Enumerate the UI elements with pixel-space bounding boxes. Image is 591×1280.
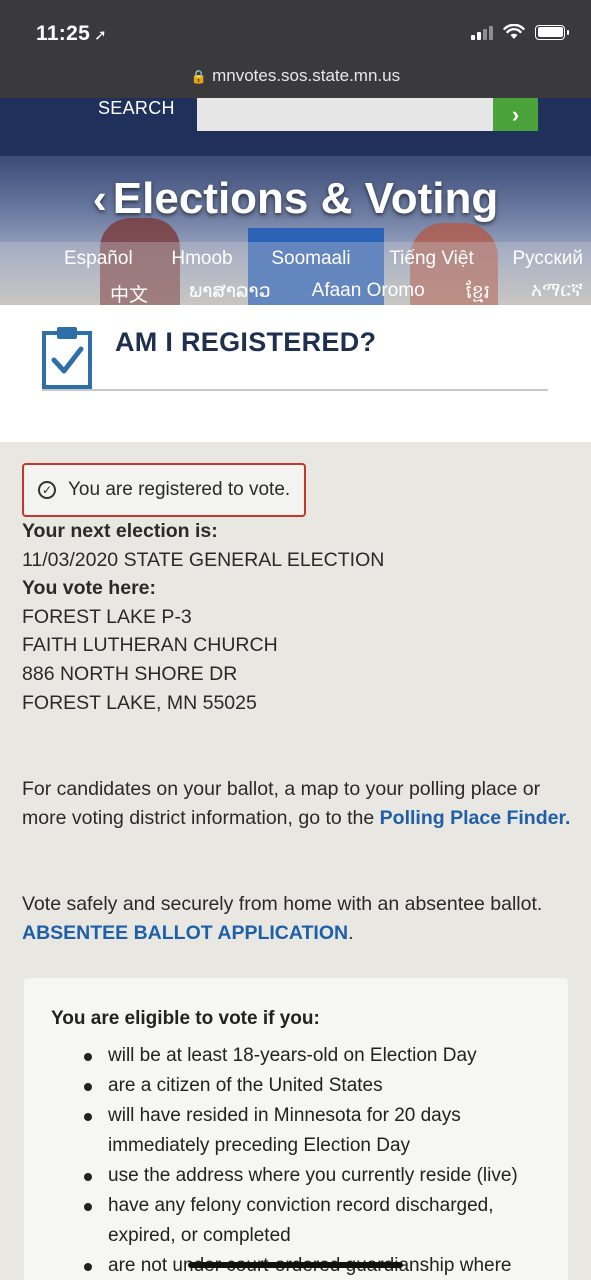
clock: 11:25 (36, 22, 91, 45)
cellular-signal-icon (471, 24, 493, 40)
language-link[interactable]: Tiếng Việt (389, 248, 474, 270)
language-link[interactable]: ພາສາລາວ (189, 280, 270, 305)
battery-icon (535, 24, 569, 40)
search-label: SEARCH (98, 98, 175, 118)
polling-place-finder-link[interactable]: Polling Place Finder. (380, 807, 571, 829)
search-submit-button[interactable]: › (493, 98, 538, 131)
language-link[interactable]: Hmoob (171, 248, 232, 270)
absentee-text: Vote safely and securely from home with … (22, 893, 543, 916)
site-header: SEARCH › ‹ Elections & Voting Español Hmo… (0, 98, 591, 305)
next-election-value: 11/03/2020 STATE GENERAL ELECTION (22, 548, 385, 571)
list-item: will have resided in Minnesota for 20 da… (84, 1101, 558, 1161)
home-indicator[interactable] (188, 1262, 403, 1268)
polling-city: FOREST LAKE, MN 55025 (22, 691, 257, 714)
language-link[interactable]: 中文 (110, 280, 148, 305)
section-title-text: Elections & Voting (112, 174, 499, 223)
language-link[interactable]: ខ្មែរ (466, 280, 490, 305)
ballot-info-paragraph: For candidates on your ballot, a map to … (22, 775, 572, 832)
page-title: AM I REGISTERED? (115, 327, 377, 357)
language-link[interactable]: አማርኛ (531, 280, 583, 305)
vote-here-label: You vote here: (22, 577, 156, 600)
polling-street: 886 NORTH SHORE DR (22, 662, 238, 685)
lock-icon: 🔒 (190, 69, 208, 84)
address-bar[interactable]: 🔒 mnvotes.sos.state.mn.us (0, 66, 591, 86)
chevron-left-icon[interactable]: ‹ (93, 175, 107, 222)
list-item: are a citizen of the United States (84, 1071, 558, 1101)
eligibility-list: will be at least 18-years-old on Electio… (84, 1041, 558, 1280)
list-item: have any felony conviction record discha… (84, 1191, 558, 1251)
language-link[interactable]: Afaan Oromo (312, 280, 425, 305)
language-link[interactable]: Soomaali (271, 248, 350, 270)
section-title[interactable]: ‹ Elections & Voting (0, 174, 591, 224)
list-item: will be at least 18-years-old on Electio… (84, 1041, 558, 1071)
list-item: use the address where you currently resi… (84, 1161, 558, 1191)
status-icons (471, 24, 569, 40)
search-input[interactable] (197, 98, 493, 131)
eligibility-heading: You are eligible to vote if you: (51, 1008, 320, 1029)
absentee-paragraph: Vote safely and securely from home with … (22, 890, 572, 947)
polling-precinct: FOREST LAKE P-3 (22, 605, 192, 628)
language-links-row-2: 中文 ພາສາລາວ Afaan Oromo ខ្មែរ አማርኛ (0, 280, 591, 305)
clipboard-check-icon (42, 327, 92, 389)
next-election-label: Your next election is: (22, 520, 218, 542)
polling-place-name: FAITH LUTHERAN CHURCH (22, 634, 278, 657)
status-time: 11:25 ➚ (36, 22, 107, 46)
language-link[interactable]: Русский (512, 248, 583, 270)
absentee-tail: . (348, 921, 354, 944)
wifi-icon (503, 24, 525, 39)
page-heading-area: AM I REGISTERED? (0, 305, 591, 442)
language-links-row-1: Español Hmoob Soomaali Tiếng Việt Русски… (0, 248, 591, 270)
absentee-ballot-application-link[interactable]: ABSENTEE BALLOT APPLICATION (22, 922, 348, 944)
divider (42, 389, 548, 391)
check-circle-icon: ✓ (38, 481, 56, 499)
url-text: mnvotes.sos.state.mn.us (212, 66, 401, 85)
registration-status-alert: ✓ You are registered to vote. (22, 463, 307, 517)
registration-status-text: You are registered to vote. (68, 478, 291, 500)
language-link[interactable]: Español (64, 248, 133, 270)
browser-chrome: 11:25 ➚ 🔒 mnvotes.sos.state.mn.us (0, 0, 591, 98)
location-arrow-icon: ➚ (94, 27, 107, 44)
registration-result: ✓ You are registered to vote. Your next … (22, 463, 572, 948)
eligibility-panel: You are eligible to vote if you: will be… (24, 978, 568, 1280)
